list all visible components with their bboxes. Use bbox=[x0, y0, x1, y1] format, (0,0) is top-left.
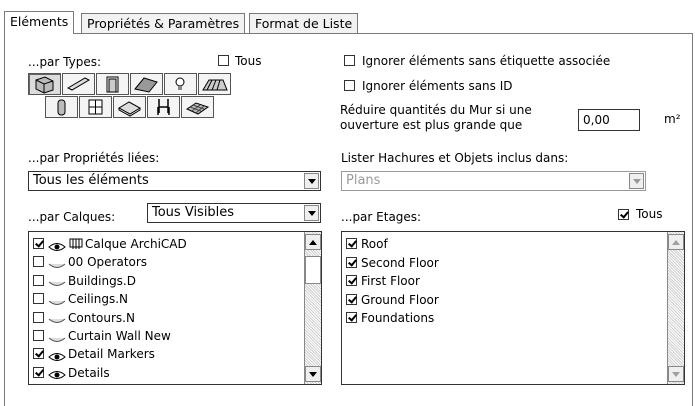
layer-name: Curtain Wall New bbox=[68, 329, 171, 343]
window-tool-icon[interactable] bbox=[79, 96, 112, 118]
layer-name: Calque ArchiCAD bbox=[85, 237, 187, 251]
layer-checkbox[interactable] bbox=[33, 238, 44, 249]
story-checkbox[interactable] bbox=[346, 238, 357, 249]
scroll-up-icon[interactable] bbox=[668, 234, 684, 250]
story-name: Ground Floor bbox=[361, 292, 439, 307]
types-all-label: Tous bbox=[235, 54, 262, 68]
stories-all-checkbox[interactable] bbox=[618, 209, 629, 220]
layer-row[interactable]: Detail Markers bbox=[33, 345, 155, 363]
eye-open-icon[interactable] bbox=[48, 239, 66, 251]
lamp-tool-icon[interactable] bbox=[164, 73, 197, 95]
layers-filter-value: Tous Visibles bbox=[152, 205, 235, 220]
layer-row[interactable]: Curtain Wall New bbox=[33, 327, 171, 345]
reduce-threshold-field[interactable]: 0,00 bbox=[578, 109, 640, 131]
story-name: Second Floor bbox=[361, 255, 439, 270]
reduce-label-line2: ouverture est plus grande que bbox=[340, 118, 523, 132]
eye-closed-icon[interactable] bbox=[48, 257, 66, 268]
roof-tool-icon[interactable] bbox=[130, 73, 163, 95]
layer-name: Detail Markers bbox=[68, 347, 155, 362]
scroll-thumb[interactable] bbox=[305, 256, 321, 284]
eye-closed-icon[interactable] bbox=[48, 275, 66, 287]
hatches-dropdown[interactable]: Plans bbox=[341, 171, 646, 191]
eye-closed-icon[interactable] bbox=[48, 331, 66, 342]
scroll-down-icon[interactable] bbox=[305, 366, 321, 382]
layer-name: Contours.N bbox=[68, 310, 135, 325]
reduce-label-line1: Réduire quantités du Mur si une bbox=[340, 103, 532, 117]
layer-name: Buildings.D bbox=[68, 273, 136, 288]
story-checkbox[interactable] bbox=[346, 293, 357, 305]
layer-row[interactable]: Contours.N bbox=[33, 309, 135, 327]
ignore-no-id-checkbox[interactable] bbox=[344, 80, 355, 91]
layer-checkbox[interactable] bbox=[33, 330, 44, 341]
stories-label: ...par Etages: bbox=[341, 210, 422, 224]
layers-filter-dropdown[interactable]: Tous Visibles bbox=[147, 203, 321, 223]
chevron-down-icon[interactable] bbox=[304, 205, 319, 221]
layers-list[interactable]: Calque ArchiCAD 00 Operators Buildings.D Ce… bbox=[28, 231, 322, 385]
story-name: First Floor bbox=[361, 274, 420, 288]
reduce-unit: m² bbox=[664, 112, 681, 126]
stories-scrollbar[interactable] bbox=[667, 232, 684, 384]
layers-label: ...par Calques: bbox=[28, 210, 116, 224]
tab-elements[interactable]: Eléments bbox=[4, 11, 75, 34]
chevron-down-icon[interactable] bbox=[304, 173, 319, 189]
ignore-no-id-label: Ignorer éléments sans ID bbox=[362, 79, 513, 93]
layer-name: 00 Operators bbox=[68, 255, 148, 270]
scroll-up-icon[interactable] bbox=[305, 234, 321, 250]
hatches-value: Plans bbox=[346, 173, 381, 188]
scroll-down-icon[interactable] bbox=[668, 366, 684, 382]
layers-scrollbar[interactable] bbox=[304, 232, 321, 384]
story-row[interactable]: Ground Floor bbox=[346, 291, 439, 309]
object-tool-icon[interactable] bbox=[147, 96, 180, 118]
story-row[interactable]: Second Floor bbox=[346, 254, 439, 272]
types-all-checkbox[interactable] bbox=[218, 55, 229, 66]
story-row[interactable]: Roof bbox=[346, 235, 388, 253]
door-tool-icon[interactable] bbox=[96, 73, 129, 95]
layer-name: Details bbox=[68, 365, 110, 380]
ignore-no-label-label: Ignorer éléments sans étiquette associée bbox=[362, 54, 611, 68]
layer-checkbox[interactable] bbox=[33, 274, 44, 286]
eye-closed-icon[interactable] bbox=[48, 312, 66, 324]
story-name: Roof bbox=[361, 237, 388, 251]
tab-properties-parameters[interactable]: Propriétés & Paramètres bbox=[81, 13, 246, 34]
layer-row[interactable]: Details bbox=[33, 364, 110, 382]
story-row[interactable]: Foundations bbox=[346, 309, 434, 327]
layer-row[interactable]: Buildings.D bbox=[33, 272, 136, 290]
layer-checkbox[interactable] bbox=[33, 311, 44, 323]
linked-properties-value: Tous les éléments bbox=[33, 173, 149, 188]
layer-checkbox[interactable] bbox=[33, 366, 44, 378]
mesh-tool-icon[interactable] bbox=[181, 96, 214, 118]
story-checkbox[interactable] bbox=[346, 256, 357, 268]
layer-row[interactable]: 00 Operators bbox=[33, 253, 147, 271]
story-checkbox[interactable] bbox=[346, 312, 357, 323]
layer-checkbox[interactable] bbox=[33, 256, 44, 268]
linked-properties-dropdown[interactable]: Tous les éléments bbox=[28, 171, 321, 191]
layer-row[interactable]: Ceilings.N bbox=[33, 290, 128, 308]
beam-tool-icon[interactable] bbox=[62, 73, 95, 95]
layer-checkbox[interactable] bbox=[33, 293, 44, 305]
story-name: Foundations bbox=[361, 311, 435, 325]
story-row[interactable]: First Floor bbox=[346, 272, 420, 290]
stories-list[interactable]: Roof Second Floor First Floor Ground Floor F… bbox=[341, 231, 685, 385]
wall-tool-icon[interactable] bbox=[28, 73, 61, 95]
eye-open-icon[interactable] bbox=[48, 367, 66, 380]
layer-name: Ceilings.N bbox=[68, 292, 129, 307]
story-checkbox[interactable] bbox=[346, 275, 357, 286]
slab-tool-icon[interactable] bbox=[113, 96, 146, 118]
ignore-no-label-checkbox[interactable] bbox=[344, 55, 355, 66]
column-tool-icon[interactable] bbox=[45, 96, 78, 118]
hatches-label: Lister Hachures et Objets inclus dans: bbox=[341, 151, 569, 165]
layer-row[interactable]: Calque ArchiCAD bbox=[33, 235, 187, 253]
linked-properties-label: ...par Propriétés liées: bbox=[28, 151, 160, 165]
tab-list-format[interactable]: Format de Liste bbox=[249, 13, 359, 34]
layer-checkbox[interactable] bbox=[33, 348, 44, 360]
stair-tool-icon[interactable] bbox=[198, 73, 231, 95]
layer-settings-icon bbox=[66, 237, 83, 251]
chevron-down-icon[interactable] bbox=[629, 173, 644, 189]
types-label: ...par Types: bbox=[28, 55, 102, 69]
stories-all-label: Tous bbox=[636, 207, 663, 221]
eye-open-icon[interactable] bbox=[48, 349, 66, 361]
eye-closed-icon[interactable] bbox=[48, 294, 66, 305]
